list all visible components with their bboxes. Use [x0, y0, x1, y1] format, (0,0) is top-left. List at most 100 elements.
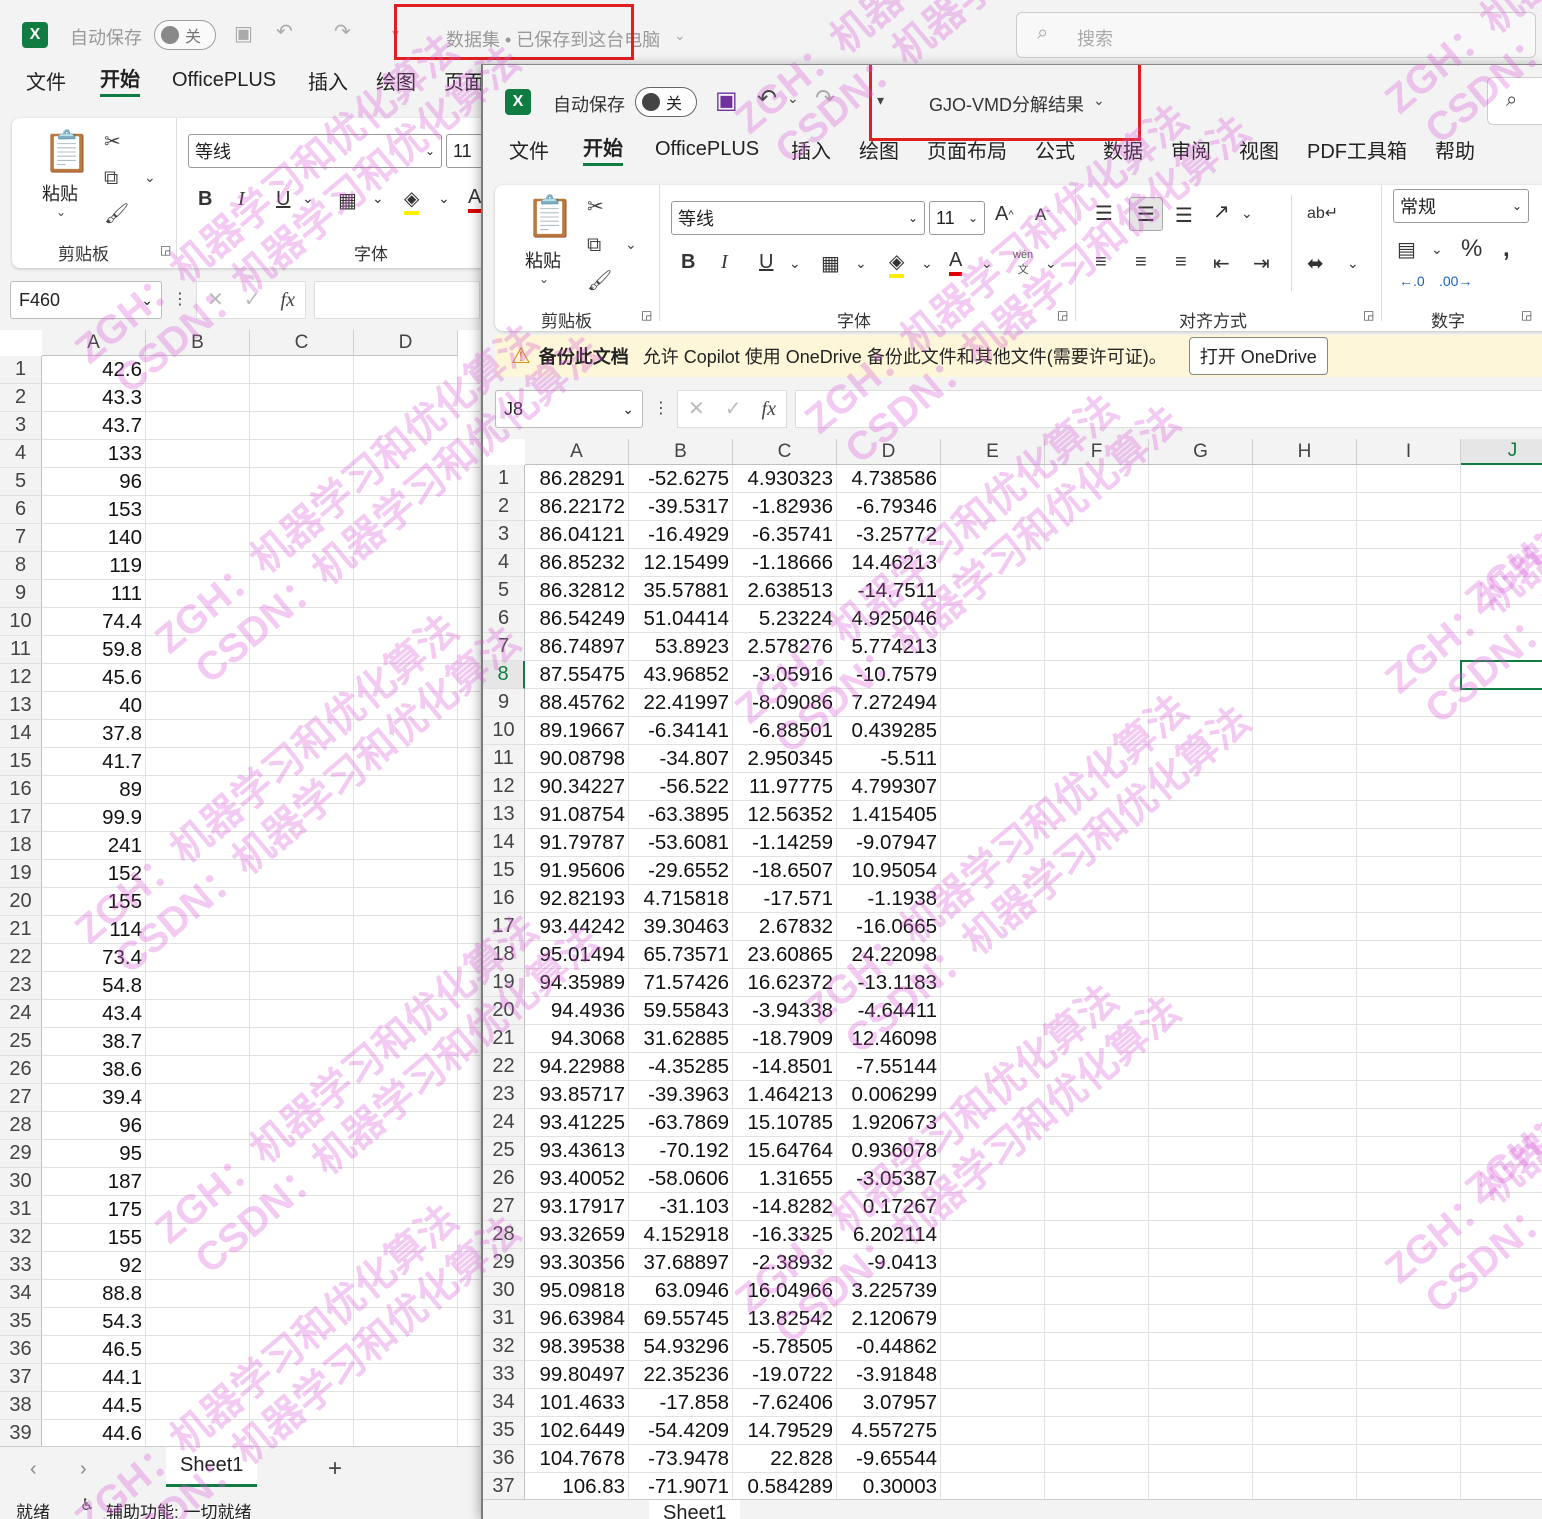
back-autosave-toggle[interactable]: 关: [154, 20, 216, 50]
dialog-launcher-icon[interactable]: ◲: [1057, 309, 1068, 321]
paste-icon[interactable]: 📋: [525, 197, 575, 237]
redo-icon[interactable]: ↷: [815, 87, 835, 111]
cell-a8[interactable]: 119: [42, 552, 146, 580]
cell-d11[interactable]: -5.511: [837, 745, 941, 773]
cell-c4[interactable]: -1.18666: [733, 549, 837, 577]
row-header-10[interactable]: 10: [0, 608, 42, 636]
cell-c12[interactable]: 11.97775: [733, 773, 837, 801]
cell-b34[interactable]: -17.858: [629, 1389, 733, 1417]
cell-c30[interactable]: 16.04966: [733, 1277, 837, 1305]
cell-a22[interactable]: 73.4: [42, 944, 146, 972]
cell-c25[interactable]: 15.64764: [733, 1137, 837, 1165]
cell-a28[interactable]: 93.32659: [525, 1221, 629, 1249]
cell-d14[interactable]: -9.07947: [837, 829, 941, 857]
row-header-24[interactable]: 24: [0, 1000, 42, 1028]
chevron-down-icon[interactable]: ⌄: [1241, 205, 1253, 222]
dialog-launcher-icon[interactable]: ◲: [1363, 309, 1374, 321]
cell-a7[interactable]: 140: [42, 524, 146, 552]
fill-color-icon[interactable]: ◈: [889, 249, 905, 278]
cell-c16[interactable]: -17.571: [733, 885, 837, 913]
row-header-8[interactable]: 8: [483, 661, 525, 689]
cell-a17[interactable]: 99.9: [42, 804, 146, 832]
cell-b15[interactable]: -29.6552: [629, 857, 733, 885]
cell-a30[interactable]: 95.09818: [525, 1277, 629, 1305]
cell-a15[interactable]: 41.7: [42, 748, 146, 776]
column-header-d[interactable]: D: [837, 439, 941, 465]
cell-c15[interactable]: -18.6507: [733, 857, 837, 885]
row-header-27[interactable]: 27: [483, 1193, 525, 1221]
row-header-27[interactable]: 27: [0, 1084, 42, 1112]
cell-c10[interactable]: -6.88501: [733, 717, 837, 745]
cell-d6[interactable]: 4.925046: [837, 605, 941, 633]
comma-style-icon[interactable]: ,: [1503, 235, 1510, 263]
row-header-4[interactable]: 4: [0, 440, 42, 468]
cell-a27[interactable]: 93.17917: [525, 1193, 629, 1221]
row-header-14[interactable]: 14: [483, 829, 525, 857]
cell-c14[interactable]: -1.14259: [733, 829, 837, 857]
borders-icon[interactable]: ▦: [338, 188, 357, 213]
cell-c35[interactable]: 14.79529: [733, 1417, 837, 1445]
cell-a21[interactable]: 94.3068: [525, 1025, 629, 1053]
front-formula-input[interactable]: [795, 390, 1542, 428]
cell-d23[interactable]: 0.006299: [837, 1081, 941, 1109]
cell-a31[interactable]: 175: [42, 1196, 146, 1224]
cell-a16[interactable]: 92.82193: [525, 885, 629, 913]
cell-b11[interactable]: -34.807: [629, 745, 733, 773]
cell-d9[interactable]: 7.272494: [837, 689, 941, 717]
cell-b3[interactable]: -16.4929: [629, 521, 733, 549]
tab-help[interactable]: 帮助: [1435, 135, 1475, 164]
cell-a33[interactable]: 92: [42, 1252, 146, 1280]
cell-a37[interactable]: 106.83: [525, 1473, 629, 1499]
chevron-down-icon[interactable]: ⌄: [438, 190, 450, 207]
tab-officeplus[interactable]: OfficePLUS: [172, 69, 276, 92]
more-icon[interactable]: ⋮: [653, 401, 669, 417]
cell-b13[interactable]: -63.3895: [629, 801, 733, 829]
tab-formulas[interactable]: 公式: [1035, 135, 1075, 164]
cell-b35[interactable]: -54.4209: [629, 1417, 733, 1445]
column-header-b[interactable]: B: [629, 439, 733, 465]
align-right-icon[interactable]: ≡: [1175, 251, 1187, 274]
row-header-2[interactable]: 2: [0, 384, 42, 412]
cell-a1[interactable]: 86.28291: [525, 465, 629, 493]
row-header-31[interactable]: 31: [483, 1305, 525, 1333]
cell-a24[interactable]: 93.41225: [525, 1109, 629, 1137]
row-header-6[interactable]: 6: [0, 496, 42, 524]
cell-a13[interactable]: 91.08754: [525, 801, 629, 829]
row-header-18[interactable]: 18: [483, 941, 525, 969]
row-header-33[interactable]: 33: [0, 1252, 42, 1280]
cell-c8[interactable]: -3.05916: [733, 661, 837, 689]
italic-button[interactable]: I: [721, 251, 728, 274]
row-header-11[interactable]: 11: [483, 745, 525, 773]
dialog-launcher-icon[interactable]: ◲: [641, 309, 652, 321]
cell-c9[interactable]: -8.09086: [733, 689, 837, 717]
row-header-2[interactable]: 2: [483, 493, 525, 521]
row-header-11[interactable]: 11: [0, 636, 42, 664]
open-onedrive-button[interactable]: 打开 OneDrive: [1188, 337, 1328, 375]
front-search-box[interactable]: ⌕: [1487, 77, 1542, 125]
fill-color-icon[interactable]: ◈: [404, 186, 420, 215]
cell-c27[interactable]: -14.8282: [733, 1193, 837, 1221]
cell-a8[interactable]: 87.55475: [525, 661, 629, 689]
chevron-down-icon[interactable]: ⌄: [539, 273, 549, 285]
cell-c37[interactable]: 0.584289: [733, 1473, 837, 1499]
row-header-5[interactable]: 5: [483, 577, 525, 605]
cell-c2[interactable]: -1.82936: [733, 493, 837, 521]
cell-d30[interactable]: 3.225739: [837, 1277, 941, 1305]
chevron-down-icon[interactable]: ⌄: [674, 28, 686, 42]
cell-a12[interactable]: 90.34227: [525, 773, 629, 801]
front-autosave-toggle[interactable]: 关: [635, 87, 697, 117]
row-header-39[interactable]: 39: [0, 1420, 42, 1446]
tab-home[interactable]: 开始: [100, 63, 140, 97]
cell-a17[interactable]: 93.44242: [525, 913, 629, 941]
row-header-3[interactable]: 3: [483, 521, 525, 549]
cell-a27[interactable]: 39.4: [42, 1084, 146, 1112]
cell-a1[interactable]: 42.6: [42, 356, 146, 384]
row-header-26[interactable]: 26: [0, 1056, 42, 1084]
row-header-16[interactable]: 16: [0, 776, 42, 804]
cell-d7[interactable]: 5.774213: [837, 633, 941, 661]
row-header-24[interactable]: 24: [483, 1109, 525, 1137]
row-header-30[interactable]: 30: [0, 1168, 42, 1196]
cell-d33[interactable]: -3.91848: [837, 1361, 941, 1389]
chevron-down-icon[interactable]: ⌄: [1347, 255, 1359, 272]
row-header-14[interactable]: 14: [0, 720, 42, 748]
